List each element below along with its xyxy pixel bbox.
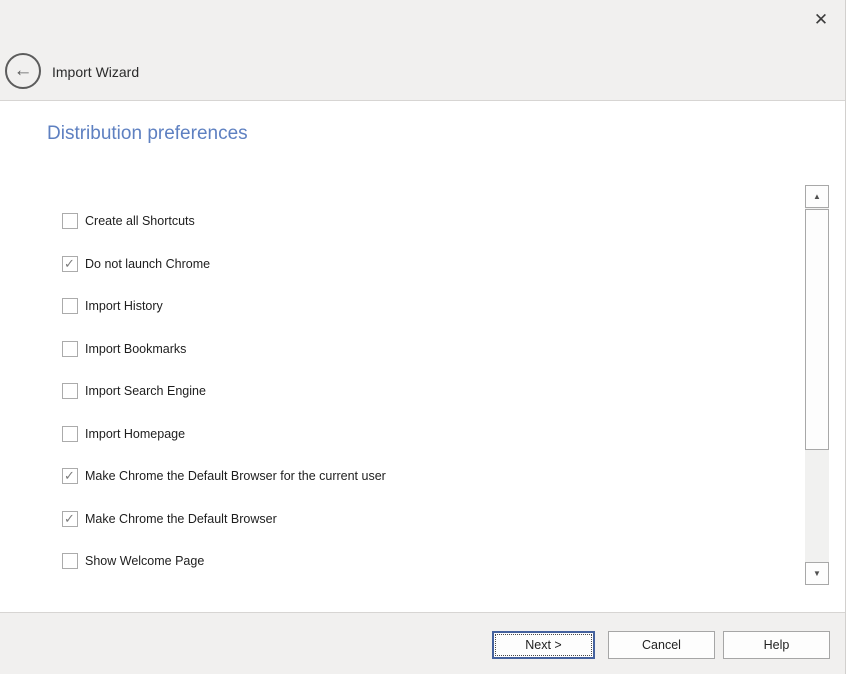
checkmark-icon: ✓ bbox=[64, 256, 75, 272]
scroll-up-button[interactable]: ▲ bbox=[805, 185, 829, 208]
back-arrow-icon: ← bbox=[14, 61, 33, 80]
preferences-list: Create all Shortcuts ✓ Do not launch Chr… bbox=[62, 200, 762, 583]
checkbox[interactable] bbox=[62, 553, 78, 569]
scroll-down-button[interactable]: ▼ bbox=[805, 562, 829, 585]
checkmark-icon: ✓ bbox=[64, 511, 75, 527]
scrollbar-track[interactable]: ▲ ▼ bbox=[805, 185, 829, 585]
next-button[interactable]: Next > bbox=[492, 631, 595, 659]
checkbox[interactable] bbox=[62, 341, 78, 357]
checkbox-label: Import History bbox=[85, 299, 163, 313]
cancel-button[interactable]: Cancel bbox=[608, 631, 715, 659]
checkbox-label: Import Search Engine bbox=[85, 384, 206, 398]
checkbox[interactable] bbox=[62, 383, 78, 399]
checkbox[interactable] bbox=[62, 298, 78, 314]
checkbox[interactable]: ✓ bbox=[62, 511, 78, 527]
back-button[interactable]: ← bbox=[5, 53, 41, 89]
wizard-title: Import Wizard bbox=[52, 64, 139, 80]
checkbox[interactable]: ✓ bbox=[62, 256, 78, 272]
preference-row: Import Search Engine bbox=[62, 370, 762, 413]
import-wizard-window: ✕ ← Import Wizard Distribution preferenc… bbox=[0, 0, 858, 674]
wizard-header: ✕ ← Import Wizard bbox=[0, 0, 845, 101]
checkbox-label: Make Chrome the Default Browser bbox=[85, 512, 277, 526]
checkbox-label: Create all Shortcuts bbox=[85, 214, 195, 228]
preference-row: Show Welcome Page bbox=[62, 540, 762, 583]
preference-row: ✓ Do not launch Chrome bbox=[62, 243, 762, 286]
preference-row: Import History bbox=[62, 285, 762, 328]
checkbox[interactable] bbox=[62, 426, 78, 442]
checkbox-label: Import Bookmarks bbox=[85, 342, 186, 356]
help-button[interactable]: Help bbox=[723, 631, 830, 659]
preference-row: Import Homepage bbox=[62, 413, 762, 456]
checkbox-label: Show Welcome Page bbox=[85, 554, 204, 568]
checkbox[interactable]: ✓ bbox=[62, 468, 78, 484]
scrollbar-thumb[interactable] bbox=[805, 209, 829, 450]
checkbox-label: Import Homepage bbox=[85, 427, 185, 441]
preference-row: Create all Shortcuts bbox=[62, 200, 762, 243]
checkmark-icon: ✓ bbox=[64, 468, 75, 484]
wizard-footer: Next > Cancel Help bbox=[0, 612, 845, 674]
checkbox-label: Do not launch Chrome bbox=[85, 257, 210, 271]
preference-row: Import Bookmarks bbox=[62, 328, 762, 371]
wizard-dialog: ✕ ← Import Wizard Distribution preferenc… bbox=[0, 0, 846, 674]
preference-row: ✓ Make Chrome the Default Browser for th… bbox=[62, 455, 762, 498]
page-title: Distribution preferences bbox=[47, 123, 248, 145]
close-icon[interactable]: ✕ bbox=[807, 6, 835, 34]
checkbox[interactable] bbox=[62, 213, 78, 229]
checkbox-label: Make Chrome the Default Browser for the … bbox=[85, 469, 386, 483]
preference-row: ✓ Make Chrome the Default Browser bbox=[62, 498, 762, 541]
